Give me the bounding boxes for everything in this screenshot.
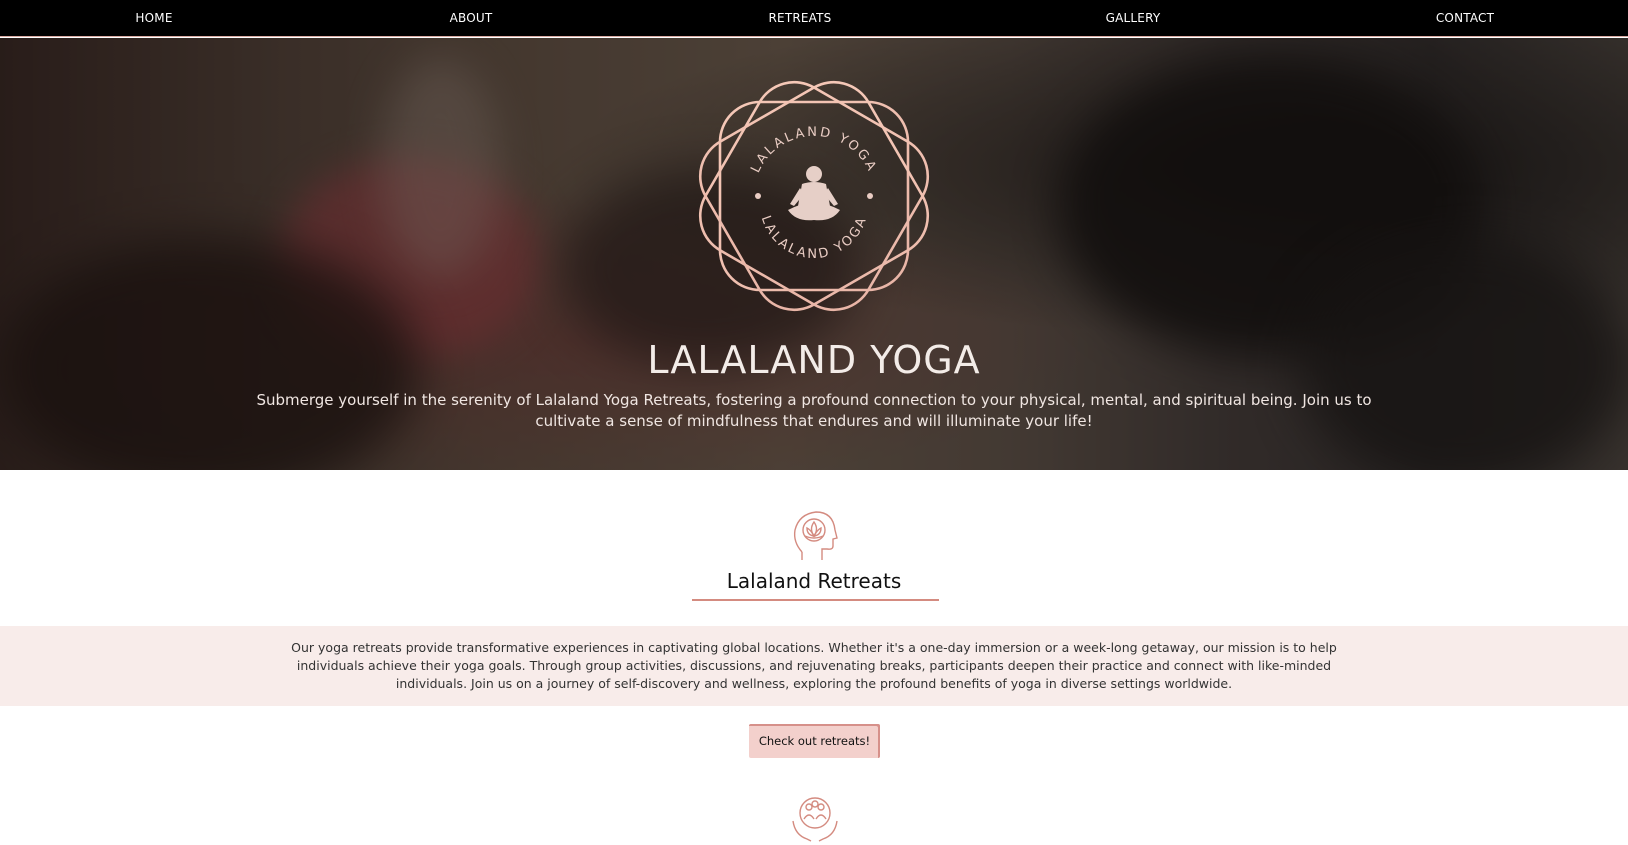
nav-home[interactable]: HOME [135,11,172,25]
retreats-description: Our yoga retreats provide transformative… [291,640,1337,691]
logo-ring-text-bottom: LALALAND YOGA [758,214,871,262]
nav-retreats[interactable]: RETREATS [769,11,832,25]
hero-subtitle: Submerge yourself in the serenity of Lal… [256,391,1372,430]
nav-contact[interactable]: CONTACT [1436,11,1494,25]
heading-underline [692,599,939,601]
lalaland-yoga-logo: LALALAND YOGA LALALAND YOGA [698,80,930,312]
mind-lotus-icon [793,511,838,560]
hero-banner: LALALAND YOGA LALALAND YOGA LALALAND YOG… [0,38,1628,470]
retreats-heading: Lalaland Retreats [726,569,902,593]
community-hands-icon [792,797,838,842]
top-navigation: HOME ABOUT RETREATS GALLERY CONTACT [0,0,1628,37]
retreats-description-band: Our yoga retreats provide transformative… [0,626,1628,706]
nav-gallery[interactable]: GALLERY [1106,11,1161,25]
nav-about[interactable]: ABOUT [450,11,493,25]
meditation-figure-icon [788,166,840,221]
check-out-retreats-button[interactable]: Check out retreats! [749,724,880,758]
hero-title: LALALAND YOGA [647,338,981,382]
